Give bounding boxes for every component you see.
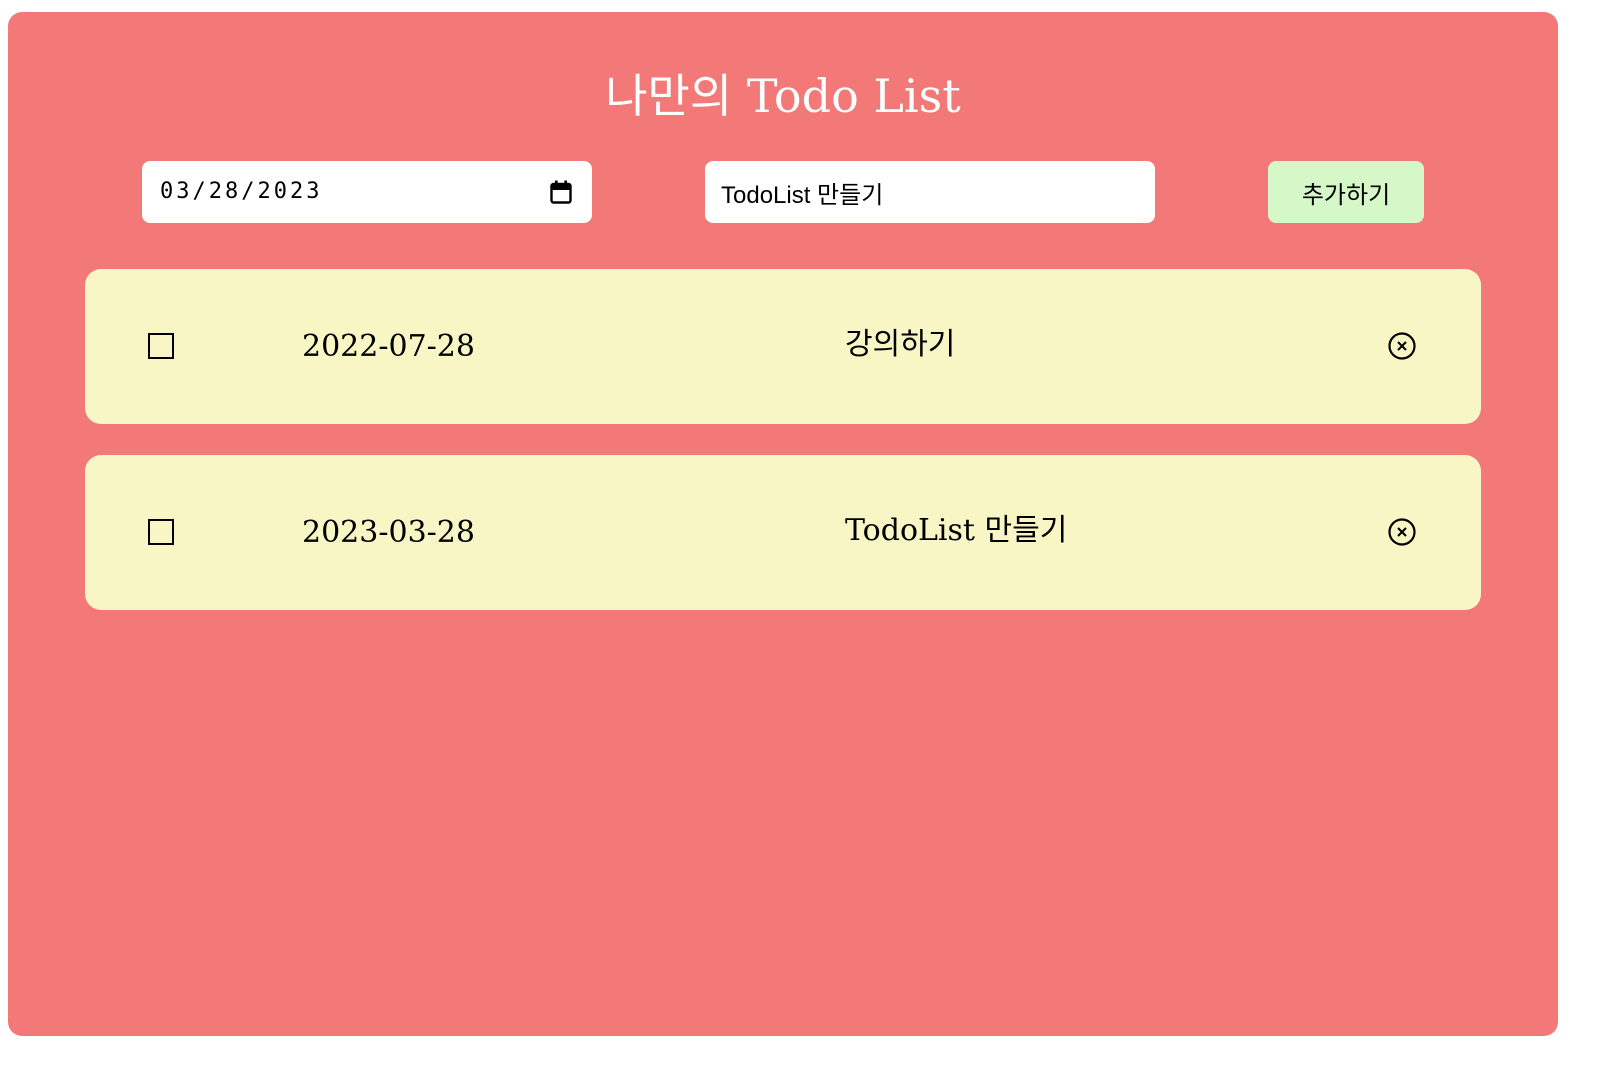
delete-circle-icon[interactable]: [1387, 517, 1417, 547]
calendar-icon[interactable]: [550, 180, 572, 204]
todo-checkbox[interactable]: [148, 519, 174, 545]
date-input-value: 03/28/2023: [160, 179, 323, 204]
todo-date: 2022-07-28: [302, 329, 475, 364]
todo-item: 2022-07-28 강의하기: [85, 269, 1481, 424]
delete-circle-icon[interactable]: [1387, 331, 1417, 361]
todo-text: 강의하기: [845, 327, 956, 362]
todo-date: 2023-03-28: [302, 515, 475, 550]
todo-item: 2023-03-28 TodoList 만들기: [85, 455, 1481, 610]
add-todo-button[interactable]: 추가하기: [1268, 161, 1424, 223]
todo-checkbox[interactable]: [148, 333, 174, 359]
todo-app-container: 나만의 Todo List 03/28/2023 추가하기 2022-07-28…: [8, 12, 1558, 1036]
page-title: 나만의 Todo List: [605, 69, 961, 123]
date-input[interactable]: 03/28/2023: [142, 161, 592, 223]
todo-text-field[interactable]: [705, 161, 1155, 223]
todo-text: TodoList 만들기: [845, 513, 1068, 548]
todo-list: 2022-07-28 강의하기 2023-03-28 TodoList 만들기: [85, 269, 1481, 641]
todo-text-input[interactable]: [721, 161, 1131, 223]
